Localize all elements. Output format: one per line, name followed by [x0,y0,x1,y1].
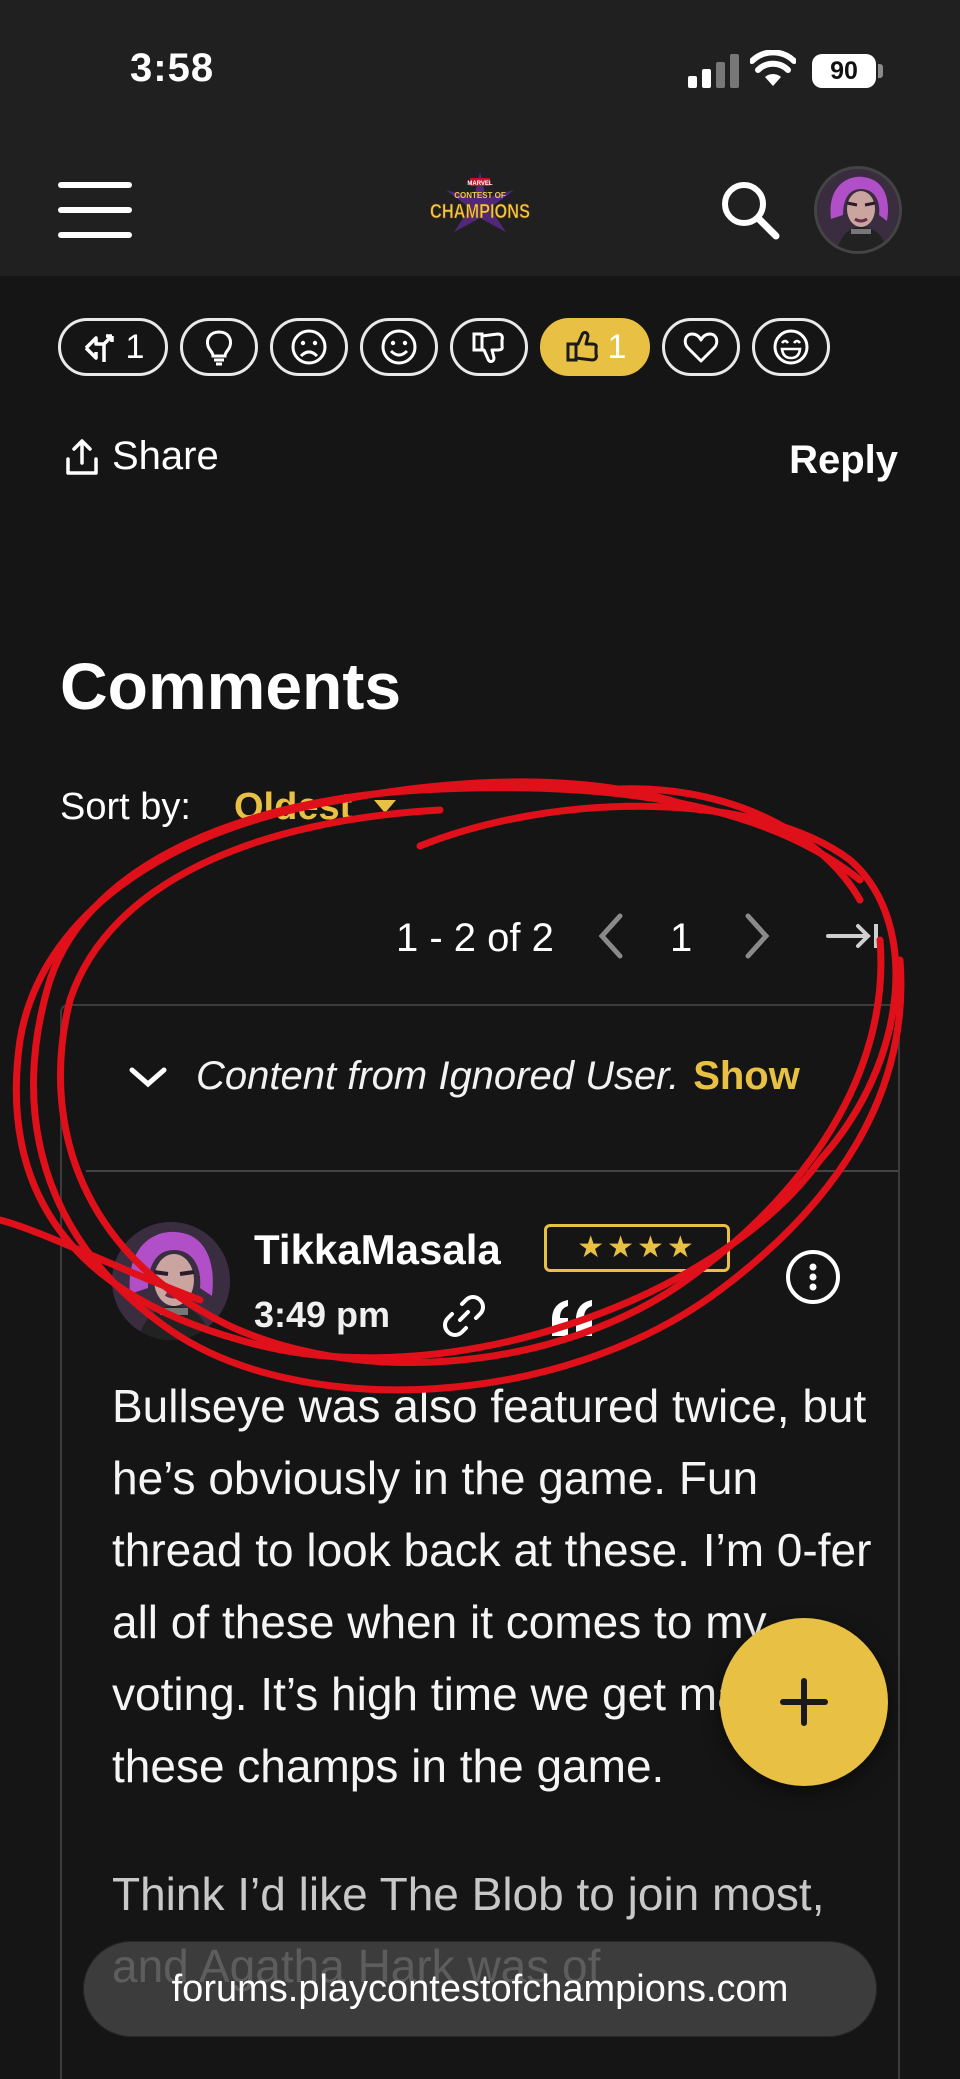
search-icon[interactable] [718,178,782,242]
agree-arrow-icon [84,334,114,362]
reaction-bar: 1 1 [58,318,830,376]
pager-count: 1 - 2 of 2 [396,916,554,960]
commenter-avatar[interactable] [112,1222,230,1340]
svg-text:CONTEST OF: CONTEST OF [454,191,506,200]
thumbs-up-icon [566,331,598,362]
hamburger-menu-icon[interactable] [58,182,134,238]
rank-badge: ★★★★ [544,1224,730,1272]
plus-icon-v [801,1678,807,1726]
reaction-disagree[interactable] [450,318,528,376]
reply-button[interactable]: Reply [789,438,898,483]
reaction-lol[interactable] [752,318,830,376]
reaction-agree[interactable]: 1 [58,318,168,376]
wifi-icon [750,50,796,86]
pager-current-page[interactable]: 1 [670,916,692,961]
reaction-happy[interactable] [360,318,438,376]
svg-text:CHAMPIONS: CHAMPIONS [430,201,530,223]
reaction-agree-count: 1 [125,327,145,366]
chevron-left-icon[interactable] [592,910,632,962]
sort-dropdown[interactable]: Oldest [234,786,352,829]
show-ignored-link[interactable]: Show [693,1054,800,1099]
ignored-user-notice: Content from Ignored User. Show [66,1054,800,1099]
commenter-username[interactable]: TikkaMasala [254,1226,501,1274]
cellular-signal-icon [688,54,739,88]
reaction-insightful[interactable] [180,318,258,376]
browser-url-bar[interactable]: forums.playcontestofchampions.com [84,1942,876,2036]
new-post-button[interactable] [720,1618,888,1786]
ignored-user-text: Content from Ignored User. [196,1054,680,1098]
chevron-right-icon[interactable] [736,910,776,962]
smile-face-icon [381,329,417,365]
chevron-down-icon[interactable] [126,1062,170,1092]
options-icon[interactable] [784,1248,842,1306]
sort-label: Sort by: [60,786,191,828]
permalink-icon[interactable] [440,1292,488,1340]
caret-down-icon[interactable] [374,800,396,813]
site-header: MARVEL CONTEST OF CHAMPIONS [0,120,960,276]
laugh-face-icon [773,329,809,365]
quote-icon[interactable] [548,1296,598,1340]
divider [86,1170,898,1172]
thumbs-down-icon [472,332,504,363]
status-bar: 3:58 90 [0,0,960,120]
share-icon [66,438,98,475]
share-button[interactable]: Share [64,434,219,479]
svg-text:MARVEL: MARVEL [467,181,493,187]
reaction-sad[interactable] [270,318,348,376]
battery-indicator: 90 [812,54,876,88]
sad-face-icon [291,329,327,365]
heart-icon [683,332,719,363]
reaction-like[interactable]: 1 [540,318,650,376]
battery-nub [878,64,883,78]
champions-logo[interactable]: MARVEL CONTEST OF CHAMPIONS [424,170,536,246]
last-page-icon[interactable] [824,910,884,962]
comment-timestamp[interactable]: 3:49 pm [254,1294,390,1336]
reaction-love[interactable] [662,318,740,376]
share-label: Share [112,434,219,478]
reaction-like-count: 1 [607,327,627,366]
user-avatar[interactable] [814,166,902,254]
status-time: 3:58 [130,46,215,90]
lightbulb-icon [206,330,232,366]
comments-heading: Comments [60,649,402,723]
